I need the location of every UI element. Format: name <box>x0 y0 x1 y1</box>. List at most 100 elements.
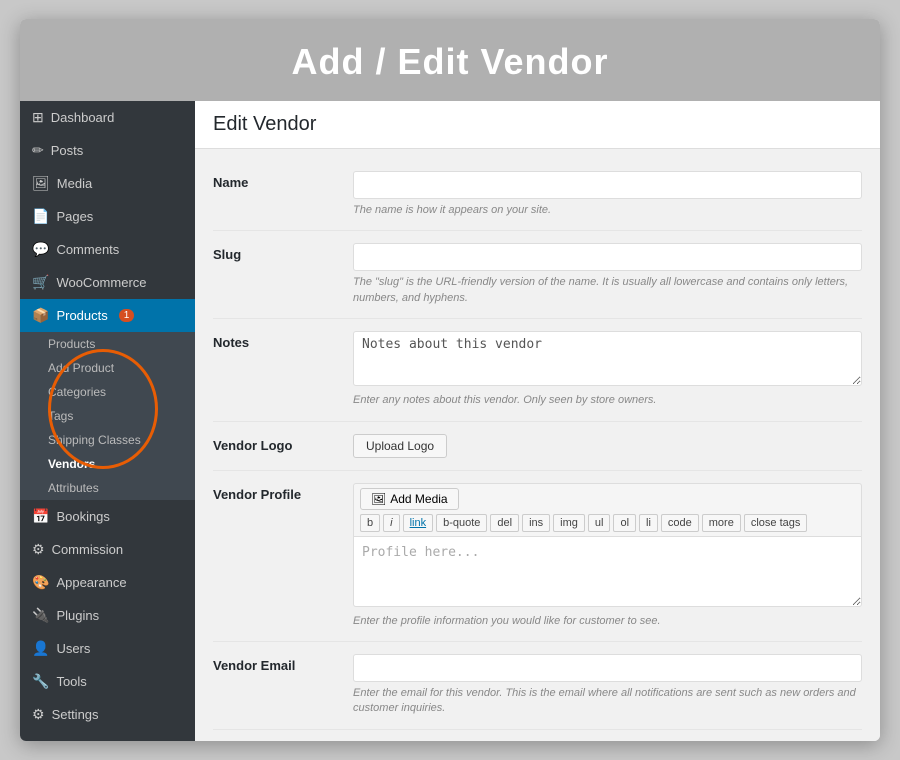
submenu-label: Attributes <box>48 481 99 495</box>
products-icon: 📦 <box>32 307 49 324</box>
users-icon: 👤 <box>32 640 49 657</box>
slug-help: The "slug" is the URL-friendly version o… <box>353 275 862 306</box>
submenu-label: Add Product <box>48 361 114 375</box>
notes-input[interactable]: Notes about this vendor <box>353 331 862 386</box>
sidebar-item-bookings[interactable]: 📅 Bookings <box>20 500 195 533</box>
collapse-icon: ◀ <box>32 739 43 741</box>
toolbar-btn-code[interactable]: code <box>661 514 699 532</box>
toolbar-row1: 🖼 Add Media <box>360 488 855 510</box>
submenu-item-tags[interactable]: Tags <box>20 404 195 428</box>
media-icon: 🖼 <box>32 175 50 192</box>
settings-icon: ⚙ <box>32 706 45 723</box>
submenu-item-shipping-classes[interactable]: Shipping Classes <box>20 428 195 452</box>
toolbar-btn-close-tags[interactable]: close tags <box>744 514 808 532</box>
sidebar-item-posts[interactable]: ✏ Posts <box>20 134 195 167</box>
toolbar-btn-img[interactable]: img <box>553 514 585 532</box>
comments-icon: 💬 <box>32 241 49 258</box>
sidebar-item-settings[interactable]: ⚙ Settings <box>20 698 195 731</box>
toolbar-btn-bquote[interactable]: b-quote <box>436 514 487 532</box>
form-container: Name The name is how it appears on your … <box>195 149 880 741</box>
sidebar-item-label: Settings <box>52 707 99 722</box>
sidebar-item-label: Plugins <box>56 608 99 623</box>
add-media-icon: 🖼 <box>371 492 386 506</box>
toolbar-btn-b[interactable]: b <box>360 514 380 532</box>
woocommerce-icon: 🛒 <box>32 274 49 291</box>
vendor-profile-label: Vendor Profile <box>213 483 353 502</box>
notes-label: Notes <box>213 331 353 350</box>
vendor-email-input[interactable] <box>353 654 862 682</box>
profile-help: Enter the profile information you would … <box>353 614 862 629</box>
submenu-item-vendors[interactable]: Vendors <box>20 452 195 476</box>
vendor-admins-row: Vendor Admins ? A list of users who can … <box>213 730 862 741</box>
sidebar-item-dashboard[interactable]: ⊞ Dashboard <box>20 101 195 134</box>
profile-textarea[interactable]: Profile here... <box>353 537 862 607</box>
name-field: The name is how it appears on your site. <box>353 171 862 218</box>
sidebar-item-label: Pages <box>56 209 93 224</box>
notes-field: Notes about this vendor Enter any notes … <box>353 331 862 408</box>
sidebar-item-woocommerce[interactable]: 🛒 WooCommerce <box>20 266 195 299</box>
submenu-item-attributes[interactable]: Attributes <box>20 476 195 500</box>
name-row: Name The name is how it appears on your … <box>213 159 862 231</box>
main-content: Edit Vendor Name The name is how it appe… <box>195 101 880 741</box>
main-window: Add / Edit Vendor ⊞ Dashboard ✏ Posts 🖼 … <box>20 19 880 741</box>
notes-help: Enter any notes about this vendor. Only … <box>353 393 862 408</box>
name-input[interactable] <box>353 171 862 199</box>
submenu-label: Products <box>48 337 95 351</box>
toolbar-btn-link[interactable]: link <box>403 514 434 532</box>
submenu-label: Categories <box>48 385 106 399</box>
upload-logo-button[interactable]: Upload Logo <box>353 434 447 458</box>
vendor-email-row: Vendor Email Enter the email for this ve… <box>213 642 862 730</box>
pages-icon: 📄 <box>32 208 49 225</box>
toolbar-btn-del[interactable]: del <box>490 514 519 532</box>
submenu-label: Vendors <box>48 457 95 471</box>
window-header: Add / Edit Vendor <box>20 19 880 101</box>
toolbar-btn-li[interactable]: li <box>639 514 658 532</box>
sidebar-item-label: Posts <box>51 143 84 158</box>
appearance-icon: 🎨 <box>32 574 49 591</box>
page-title: Edit Vendor <box>213 113 316 135</box>
submenu-item-add-product[interactable]: Add Product <box>20 356 195 380</box>
posts-icon: ✏ <box>32 142 44 159</box>
window-title: Add / Edit Vendor <box>20 41 880 83</box>
sidebar-item-label: WooCommerce <box>56 275 146 290</box>
toolbar-btn-i[interactable]: i <box>383 514 399 532</box>
bookings-icon: 📅 <box>32 508 49 525</box>
sidebar-item-users[interactable]: 👤 Users <box>20 632 195 665</box>
vendor-logo-label: Vendor Logo <box>213 434 353 453</box>
sidebar-item-commission[interactable]: ⚙ Commission <box>20 533 195 566</box>
edit-vendor-header: Edit Vendor <box>195 101 880 149</box>
sidebar-item-comments[interactable]: 💬 Comments <box>20 233 195 266</box>
sidebar-item-label: Bookings <box>56 509 109 524</box>
products-badge: 1 <box>119 309 135 322</box>
products-submenu: Products Add Product Categories Tags Shi… <box>20 332 195 500</box>
sidebar: ⊞ Dashboard ✏ Posts 🖼 Media 📄 Pages 💬 Co… <box>20 101 195 741</box>
sidebar-item-media[interactable]: 🖼 Media <box>20 167 195 200</box>
sidebar-item-pages[interactable]: 📄 Pages <box>20 200 195 233</box>
submenu-item-products[interactable]: Products <box>20 332 195 356</box>
slug-input[interactable] <box>353 243 862 271</box>
sidebar-item-appearance[interactable]: 🎨 Appearance <box>20 566 195 599</box>
vendor-email-help: Enter the email for this vendor. This is… <box>353 686 862 717</box>
sidebar-item-label: Commission <box>52 542 124 557</box>
submenu-item-categories[interactable]: Categories <box>20 380 195 404</box>
name-help: The name is how it appears on your site. <box>353 203 862 218</box>
sidebar-item-tools[interactable]: 🔧 Tools <box>20 665 195 698</box>
toolbar-row2: b i link b-quote del ins img ul ol li co <box>360 514 855 532</box>
sidebar-item-products[interactable]: 📦 Products 1 <box>20 299 195 332</box>
vendor-email-label: Vendor Email <box>213 654 353 673</box>
toolbar-btn-ol[interactable]: ol <box>613 514 636 532</box>
tools-icon: 🔧 <box>32 673 49 690</box>
slug-label: Slug <box>213 243 353 262</box>
sidebar-item-label: Products <box>56 308 107 323</box>
toolbar-btn-ins[interactable]: ins <box>522 514 550 532</box>
sidebar-item-plugins[interactable]: 🔌 Plugins <box>20 599 195 632</box>
toolbar-btn-ul[interactable]: ul <box>588 514 611 532</box>
slug-field: The "slug" is the URL-friendly version o… <box>353 243 862 306</box>
sidebar-item-label: Users <box>56 641 90 656</box>
sidebar-item-label: Dashboard <box>51 110 115 125</box>
toolbar-btn-more[interactable]: more <box>702 514 741 532</box>
vendor-logo-row: Vendor Logo Upload Logo <box>213 422 862 471</box>
sidebar-item-collapse[interactable]: ◀ Collapse menu <box>20 731 195 741</box>
plugins-icon: 🔌 <box>32 607 49 624</box>
add-media-button[interactable]: 🖼 Add Media <box>360 488 459 510</box>
